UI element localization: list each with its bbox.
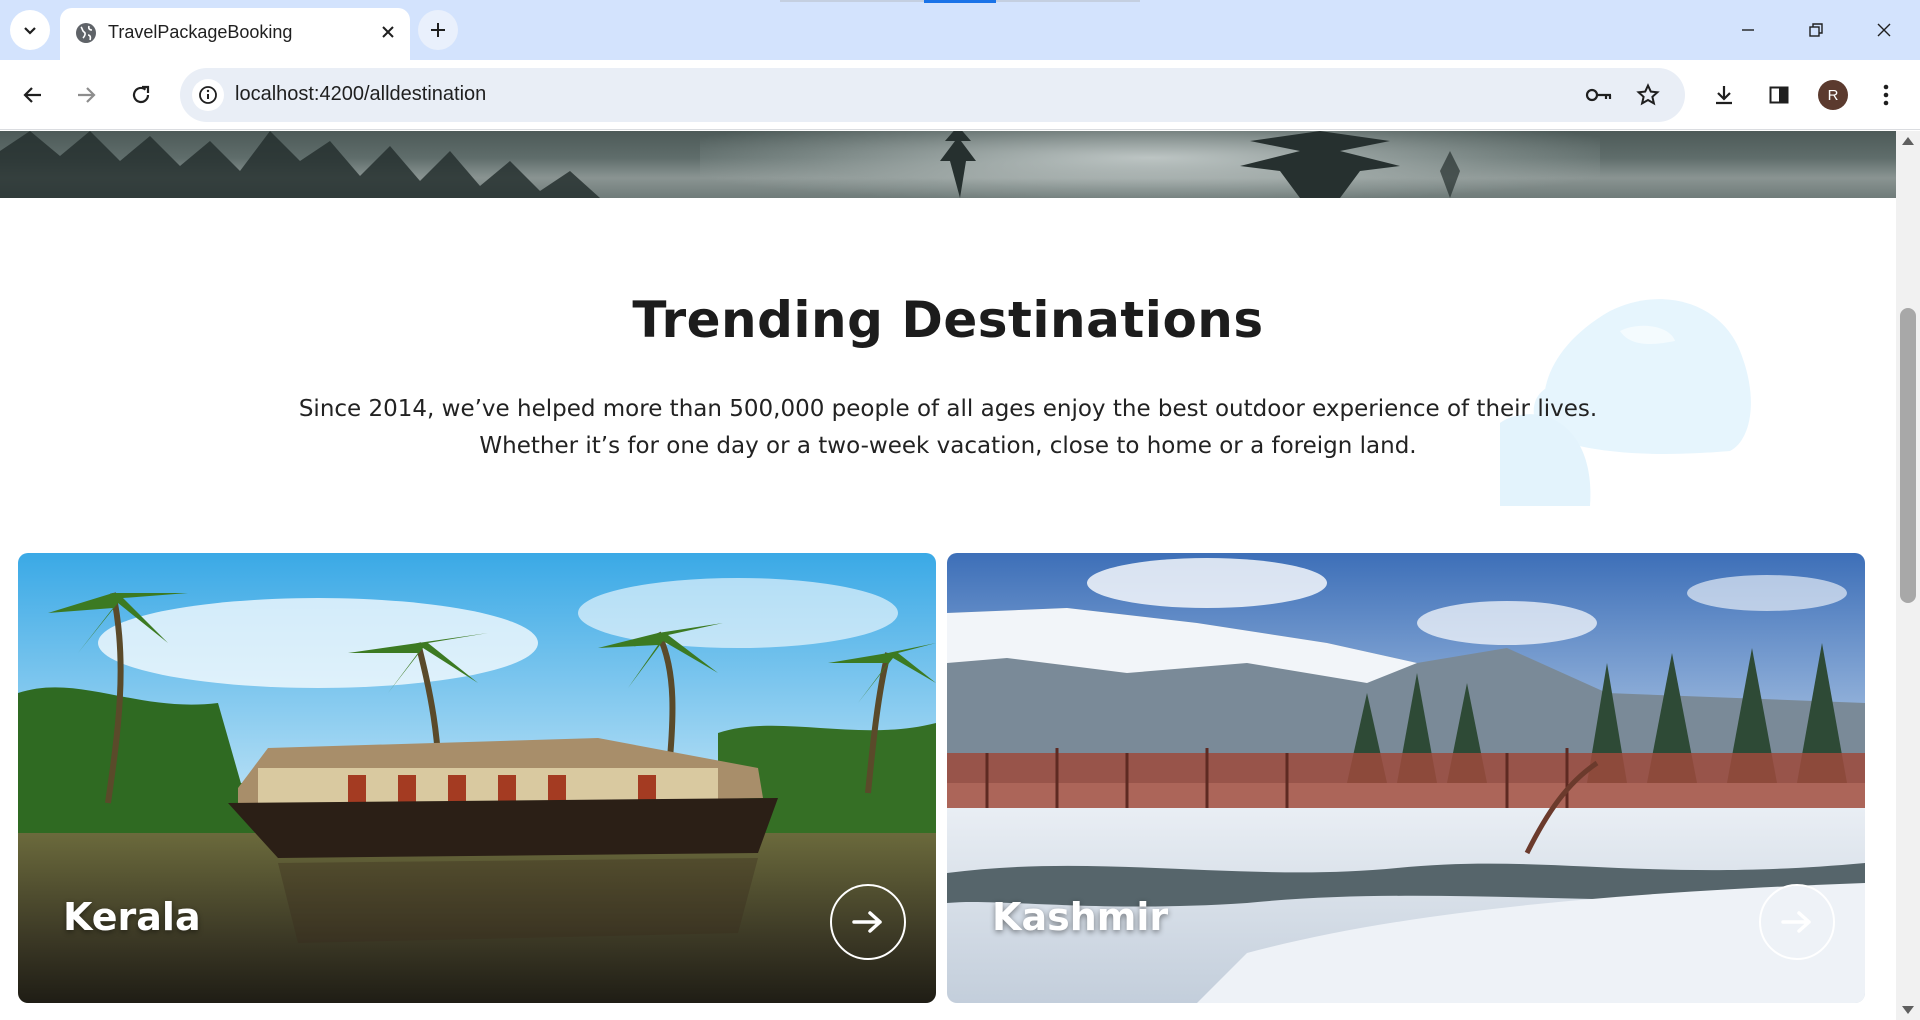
plus-icon — [431, 23, 445, 37]
restore-icon — [1809, 23, 1823, 37]
info-icon — [199, 86, 217, 104]
scroll-down-arrow-icon[interactable] — [1902, 1006, 1914, 1014]
new-tab-button[interactable] — [418, 10, 458, 50]
star-icon — [1636, 83, 1660, 106]
arrow-left-icon — [23, 87, 41, 103]
tab-indicator-active — [924, 0, 996, 3]
scroll-up-arrow-icon[interactable] — [1902, 137, 1914, 145]
download-icon — [1716, 86, 1732, 105]
section-title: Trending Destinations — [632, 291, 1264, 349]
destination-name: Kashmir — [992, 895, 1169, 939]
restore-button[interactable] — [1792, 8, 1840, 52]
destination-name: Kerala — [63, 895, 201, 939]
reload-button[interactable] — [121, 75, 161, 115]
url-text: localhost:4200/alldestination — [235, 83, 487, 105]
more-vertical-icon — [1883, 84, 1889, 106]
tab-indicator — [780, 0, 924, 2]
open-destination-button[interactable] — [1759, 884, 1835, 960]
section-description: Since 2014, we’ve helped more than 500,0… — [298, 396, 1598, 459]
hero-banner-image — [0, 131, 1896, 198]
arrow-right-icon — [1781, 911, 1811, 933]
tab-close-button[interactable] — [373, 17, 403, 47]
open-destination-button[interactable] — [830, 884, 906, 960]
browser-tab-active[interactable]: TravelPackageBooking — [60, 8, 410, 60]
side-panel-button[interactable] — [1759, 75, 1799, 115]
arrow-right-icon — [852, 911, 882, 933]
browser-tabstrip: TravelPackageBooking — [0, 0, 1920, 60]
minimize-button[interactable] — [1724, 8, 1772, 52]
side-panel-icon — [1769, 86, 1789, 104]
minimize-icon — [1742, 29, 1754, 31]
chevron-down-icon — [24, 27, 36, 35]
key-icon — [1585, 88, 1612, 102]
reload-icon — [132, 85, 150, 104]
address-bar[interactable]: localhost:4200/alldestination — [180, 68, 1685, 122]
back-button[interactable] — [13, 75, 53, 115]
page-scrollbar[interactable] — [1896, 131, 1920, 1020]
bookmark-button[interactable] — [1632, 79, 1664, 111]
close-icon — [382, 26, 394, 38]
destination-card-kerala[interactable]: Kerala — [18, 553, 936, 1003]
globe-icon — [76, 23, 96, 43]
arrow-right-icon — [78, 87, 96, 103]
close-icon — [1877, 23, 1891, 37]
forward-button[interactable] — [66, 75, 106, 115]
tab-search-button[interactable] — [10, 10, 50, 50]
scrollbar-thumb[interactable] — [1900, 308, 1916, 603]
page-viewport: Trending Destinations Since 2014, we’ve … — [0, 131, 1896, 1020]
site-info-button[interactable] — [192, 79, 224, 111]
downloads-button[interactable] — [1704, 75, 1744, 115]
destination-card-kashmir[interactable]: Kashmir — [947, 553, 1865, 1003]
close-window-button[interactable] — [1860, 8, 1908, 52]
browser-menu-button[interactable] — [1866, 75, 1906, 115]
browser-toolbar: localhost:4200/alldestination R — [0, 60, 1920, 130]
pine-forest-silhouette — [0, 131, 1460, 198]
profile-avatar[interactable]: R — [1818, 80, 1848, 110]
tab-title: TravelPackageBooking — [108, 22, 293, 42]
tab-indicator — [996, 0, 1140, 2]
password-key-button[interactable] — [1583, 79, 1615, 111]
